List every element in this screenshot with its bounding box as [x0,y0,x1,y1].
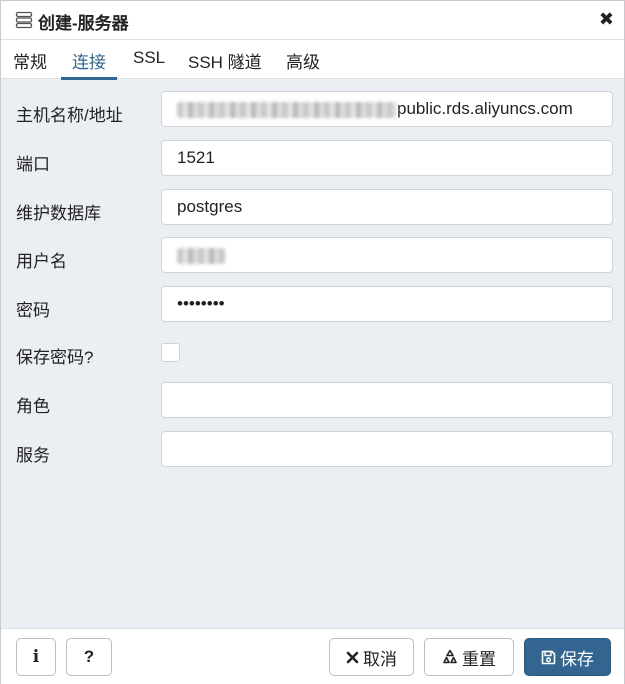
reset-button[interactable]: 重置 [424,638,514,676]
save-button[interactable]: 保存 [524,638,611,676]
save-password-row: 保存密码? [1,335,624,375]
redacted-username [177,247,225,264]
service-label: 服务 [16,446,50,465]
create-server-dialog: 创建-服务器 ✖ 常规 连接 SSL SSH 隧道 高级 主机名称/地址 pub… [0,0,625,684]
tab-ssl[interactable]: SSL [133,48,165,77]
save-label: 保存 [560,649,594,669]
port-input[interactable]: 1521 [161,140,613,176]
tab-connection[interactable]: 连接 [61,48,117,80]
cancel-button[interactable]: 取消 [329,638,414,676]
tab-bar: 常规 连接 SSL SSH 隧道 高级 [1,40,624,80]
save-password-checkbox[interactable] [161,343,180,362]
host-row: 主机名称/地址 public.rds.aliyuncs.com [1,91,624,131]
reset-label: 重置 [462,649,496,669]
tab-ssh-tunnel[interactable]: SSH 隧道 [188,48,262,77]
password-label: 密码 [16,301,50,320]
host-input[interactable]: public.rds.aliyuncs.com [161,91,613,127]
floppy-disk-icon [541,650,556,665]
dialog-footer: i ? 取消 重置 保存 [1,628,624,684]
role-label: 角色 [16,397,50,416]
save-password-label: 保存密码? [16,348,94,367]
maintenance-db-label: 维护数据库 [16,204,101,223]
help-button[interactable]: ? [66,638,112,676]
service-row: 服务 [1,431,624,471]
dialog-title: 创建-服务器 [38,14,129,33]
username-row: 用户名 [1,237,624,277]
cancel-label: 取消 [363,649,397,669]
port-row: 端口 1521 [1,140,624,180]
host-value: public.rds.aliyuncs.com [397,99,573,118]
role-row: 角色 [1,382,624,422]
close-icon[interactable]: ✖ [599,9,614,29]
close-icon [346,651,359,664]
host-label: 主机名称/地址 [16,106,123,125]
redacted-host-prefix [177,101,397,118]
username-label: 用户名 [16,252,67,271]
tab-general[interactable]: 常规 [13,48,47,77]
info-button[interactable]: i [16,638,56,676]
server-icon [15,11,33,29]
service-input[interactable] [161,431,613,467]
dialog-titlebar: 创建-服务器 ✖ [1,1,624,40]
tab-advanced[interactable]: 高级 [286,48,320,77]
maintenance-db-input[interactable]: postgres [161,189,613,225]
recycle-icon [442,649,458,665]
password-input[interactable]: •••••••• [161,286,613,322]
info-icon: i [32,647,40,667]
help-icon: ? [83,647,95,666]
password-row: 密码 •••••••• [1,286,624,326]
maintenance-db-row: 维护数据库 postgres [1,189,624,229]
username-input[interactable] [161,237,613,273]
role-input[interactable] [161,382,613,418]
port-label: 端口 [16,155,50,174]
